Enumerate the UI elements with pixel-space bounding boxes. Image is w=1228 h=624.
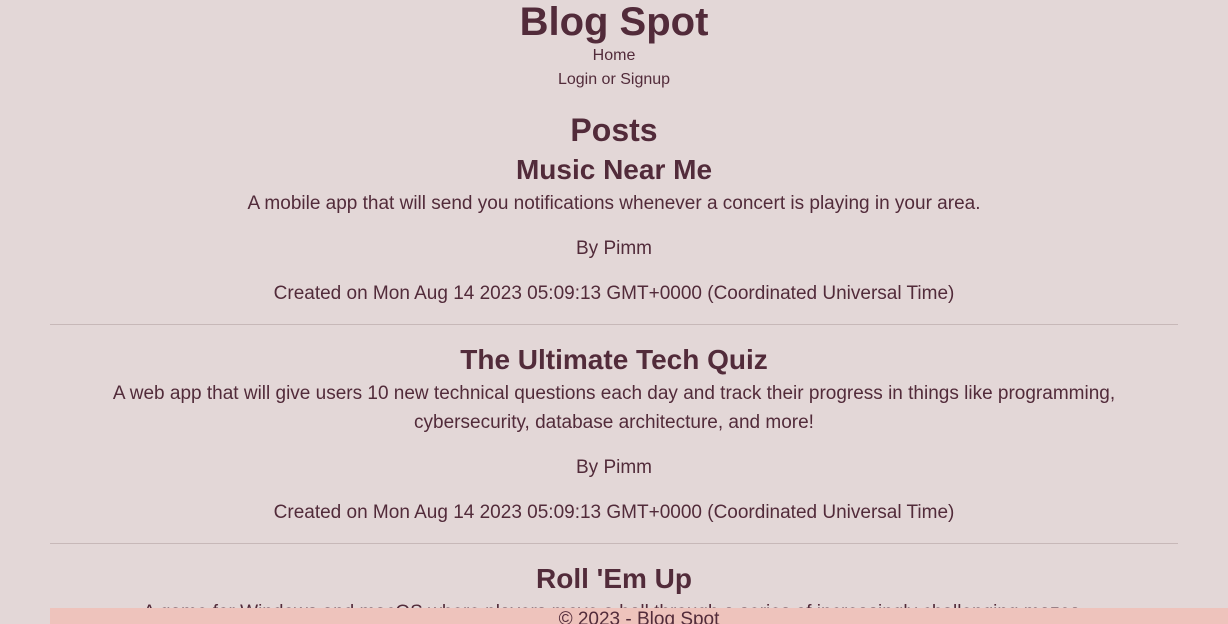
page: Blog Spot Home Login or Signup Posts Mus… [0,0,1228,624]
site-header: Blog Spot Home Login or Signup [0,0,1228,92]
main-nav: Home Login or Signup [0,44,1228,92]
post-divider [50,324,1178,325]
post-title-link[interactable]: Music Near Me [516,154,712,185]
post-title: Roll 'Em Up [50,560,1178,598]
posts-heading: Posts [570,112,658,148]
post-title: The Ultimate Tech Quiz [50,341,1178,379]
post-card: The Ultimate Tech Quiz A web app that wi… [50,341,1178,544]
main-content: Posts Music Near Me A mobile app that wi… [0,112,1228,624]
post-title-link[interactable]: Roll 'Em Up [536,563,692,594]
footer-copyright: © 2023 - Blog Spot [558,609,720,624]
post-card: Music Near Me A mobile app that will sen… [50,151,1178,325]
site-title-link[interactable]: Blog Spot [520,0,709,44]
nav-home-link[interactable]: Home [0,44,1228,68]
post-created-date: Created on Mon Aug 14 2023 05:09:13 GMT+… [273,502,955,523]
post-divider [50,543,1178,544]
post-created-date: Created on Mon Aug 14 2023 05:09:13 GMT+… [273,283,955,304]
post-title-link[interactable]: The Ultimate Tech Quiz [460,344,768,375]
post-author: By Pimm [576,238,652,259]
site-footer: © 2023 - Blog Spot [50,608,1228,624]
post-author: By Pimm [576,457,652,478]
site-title: Blog Spot [0,0,1228,44]
post-title: Music Near Me [50,151,1178,189]
post-description: A mobile app that will send you notifica… [247,193,981,214]
nav-login-signup-link[interactable]: Login or Signup [0,68,1228,92]
post-description: A web app that will give users 10 new te… [112,383,1116,433]
